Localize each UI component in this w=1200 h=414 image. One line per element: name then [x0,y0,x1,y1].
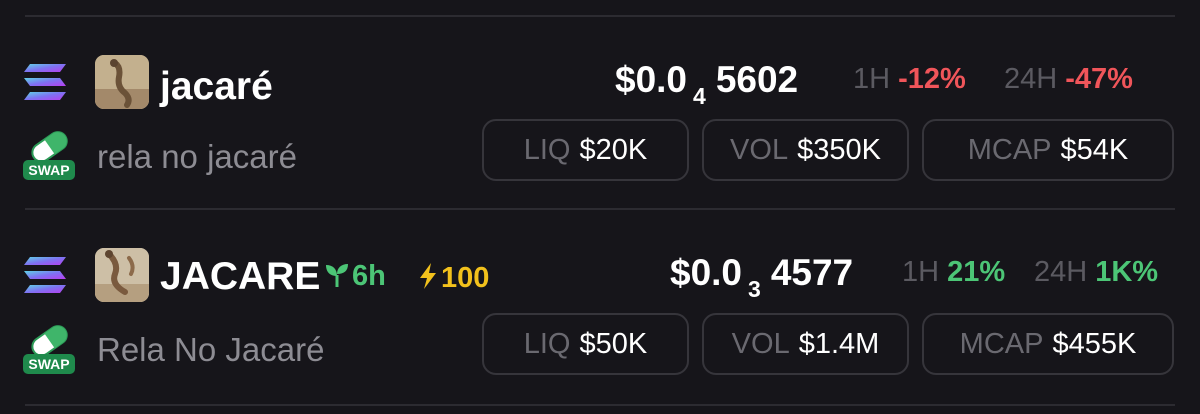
token-price: $0.0 4 5602 [615,59,799,108]
price-digits: 4577 [770,252,854,293]
token-row[interactable]: JACARE 6h 100 $0.0 3 4577 1H 21% 24H 1K% SWA… [0,210,1200,400]
token-image [95,55,149,109]
token-description: Rela No Jacaré [97,331,325,368]
change-24h: 24H -47% [1004,65,1133,94]
bottom-divider [25,404,1175,406]
stat-value: $350K [797,133,881,166]
svg-text:SWAP: SWAP [28,356,69,372]
stat-label: MCAP [959,327,1044,360]
stat-label: VOL [731,327,790,360]
token-name[interactable]: jacaré [160,67,273,106]
token-price: $0.0 3 4577 [670,252,854,301]
stat-value: $1.4M [798,327,880,360]
stat-market-cap: MCAP $455K [922,313,1174,375]
change-1h-value: -12% [898,63,966,95]
change-24h-label: 24H [1004,63,1058,95]
svg-text:SWAP: SWAP [28,162,69,178]
stat-liquidity: LIQ $50K [482,313,689,375]
stat-volume: VOL $1.4M [702,313,909,375]
price-zero-count: 4 [693,83,706,109]
stat-value: $50K [579,327,648,360]
stat-label: LIQ [523,133,571,166]
price-prefix: $0.0 [670,252,743,293]
stat-value: $54K [1060,133,1129,166]
swap-icon: SWAP [22,320,76,376]
token-age-badge: 6h [325,262,386,291]
change-1h: 1H -12% [853,65,966,94]
change-1h-value: 21% [947,256,1006,288]
seedling-icon [326,264,348,287]
boost-count: 100 [441,262,490,294]
stat-volume: VOL $350K [702,119,909,181]
price-prefix: $0.0 [615,59,688,100]
price-digits: 5602 [715,59,799,100]
stat-market-cap: MCAP $54K [922,119,1174,181]
stat-label: MCAP [967,133,1052,166]
stat-label: LIQ [523,327,571,360]
stat-liquidity: LIQ $20K [482,119,689,181]
change-1h: 1H 21% [902,258,1005,287]
change-1h-label: 1H [853,63,891,95]
stat-value: $455K [1052,327,1137,360]
lightning-icon [420,263,436,289]
solana-icon [22,255,68,295]
token-age: 6h [352,260,386,292]
swap-icon: SWAP [22,126,76,182]
solana-icon [22,62,68,102]
token-image [95,248,149,302]
boost-badge: 100 [418,262,489,293]
stat-label: VOL [730,133,789,166]
change-24h-label: 24H [1034,256,1088,288]
token-name[interactable]: JACARE [160,257,320,296]
token-description: rela no jacaré [97,138,297,175]
price-zero-count: 3 [748,276,761,302]
change-24h-value: -47% [1065,63,1133,95]
stat-value: $20K [579,133,648,166]
token-row[interactable]: jacaré $0.0 4 5602 1H -12% 24H -47% SWAP rel… [0,17,1200,207]
change-1h-label: 1H [902,256,940,288]
change-24h-value: 1K% [1095,256,1159,288]
change-24h: 24H 1K% [1034,258,1158,287]
